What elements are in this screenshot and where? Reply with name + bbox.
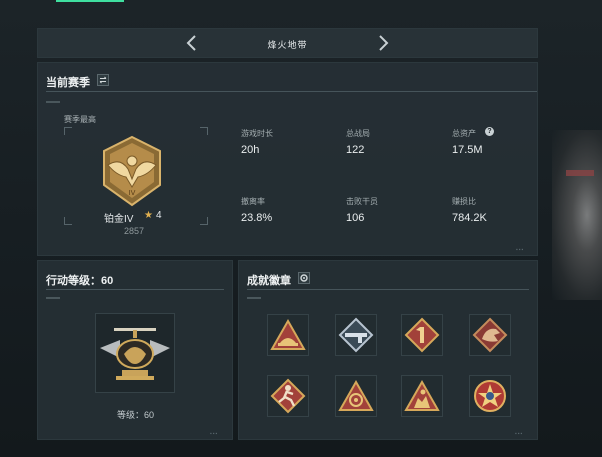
stat-extraction-rate-label: 撤离率	[241, 197, 265, 206]
achievement-badge[interactable]	[335, 375, 377, 417]
frame-corner	[200, 127, 208, 135]
section-divider	[46, 289, 224, 290]
soldier-badge-icon	[404, 379, 440, 411]
rank-emblem-numeral: IV	[129, 189, 136, 197]
section-tag-mark	[247, 297, 261, 299]
weapon-badge-icon	[338, 317, 374, 353]
season-best-label: 赛季最高	[64, 115, 96, 124]
achievements-panel: 成就徽章 ▪▪▪	[238, 260, 538, 440]
achievement-badge[interactable]	[267, 375, 309, 417]
top-accent-line	[56, 0, 124, 2]
frame-corner	[200, 217, 208, 225]
frame-corner	[64, 127, 72, 135]
level-emblem-frame	[95, 313, 175, 393]
character-art	[552, 130, 602, 300]
stat-total-assets-label: 总资产	[452, 129, 476, 138]
character-art-stripe	[566, 170, 594, 176]
stat-play-time-value: 20h	[241, 144, 260, 156]
switch-season-button[interactable]	[97, 74, 109, 86]
helicopter-emblem-icon	[100, 328, 170, 380]
achievement-badge[interactable]	[267, 314, 309, 356]
section-tag-mark	[46, 297, 60, 299]
achievement-badge[interactable]	[335, 314, 377, 356]
star-medal-badge-icon	[474, 380, 506, 412]
corner-mark: ▪▪▪	[516, 247, 525, 253]
achievement-badge[interactable]	[469, 314, 511, 356]
hat-badge-icon	[270, 318, 306, 350]
number-one-badge-icon	[404, 317, 440, 353]
rank-emblem-icon: IV	[103, 135, 161, 207]
runner-badge-icon	[270, 378, 306, 414]
level-text: 等级：60	[117, 410, 155, 420]
section-divider	[46, 91, 537, 92]
gear-icon	[300, 274, 308, 282]
frame-corner	[64, 217, 72, 225]
stat-operators-defeated-label: 击败干员	[346, 197, 378, 206]
stat-extraction-rate-value: 23.8%	[241, 212, 273, 224]
achievement-badge[interactable]	[401, 375, 443, 417]
stat-profit-loss-label: 赚损比	[452, 197, 476, 206]
chevron-right-icon	[379, 35, 389, 51]
rank-name: 铂金IV	[104, 214, 134, 225]
next-season-button[interactable]	[376, 35, 390, 51]
action-level-title: 行动等级：60	[46, 275, 114, 287]
achievements-settings-button[interactable]	[298, 272, 310, 284]
stat-operators-defeated-value: 106	[346, 212, 365, 224]
achievements-title: 成就徽章	[247, 275, 291, 287]
stat-profit-loss-value: 784.2K	[452, 212, 487, 224]
corner-mark: ▪▪▪	[515, 431, 524, 437]
corner-mark: ▪▪▪	[210, 431, 219, 437]
rank-star-icon: ★	[144, 210, 153, 221]
rank-score: 2857	[124, 226, 145, 236]
section-divider	[247, 289, 529, 290]
swap-icon	[99, 76, 107, 84]
current-season-panel: 当前赛季 赛季最高 IV 铂金IV ★ 4 2857 游戏时长 20h 总战局 …	[37, 62, 538, 256]
section-tag-mark	[46, 101, 60, 103]
season-selector-title: 烽火地带	[267, 40, 308, 50]
achievement-badge[interactable]	[401, 314, 443, 356]
achievement-badge[interactable]	[469, 375, 511, 417]
rank-star-count: 4	[156, 210, 162, 221]
action-level-panel: 行动等级：60 等级：60 ▪▪▪	[37, 260, 233, 440]
target-badge-icon	[338, 379, 374, 411]
help-icon[interactable]: ?	[485, 127, 494, 136]
season-selector: 烽火地带	[37, 28, 538, 58]
stat-total-assets-value: 17.5M	[452, 144, 483, 156]
dragon-badge-icon	[472, 317, 508, 353]
stat-play-time-label: 游戏时长	[241, 129, 273, 138]
current-season-title: 当前赛季	[46, 77, 90, 89]
stat-total-matches-value: 122	[346, 144, 365, 156]
stat-total-matches-label: 总战局	[346, 129, 370, 138]
